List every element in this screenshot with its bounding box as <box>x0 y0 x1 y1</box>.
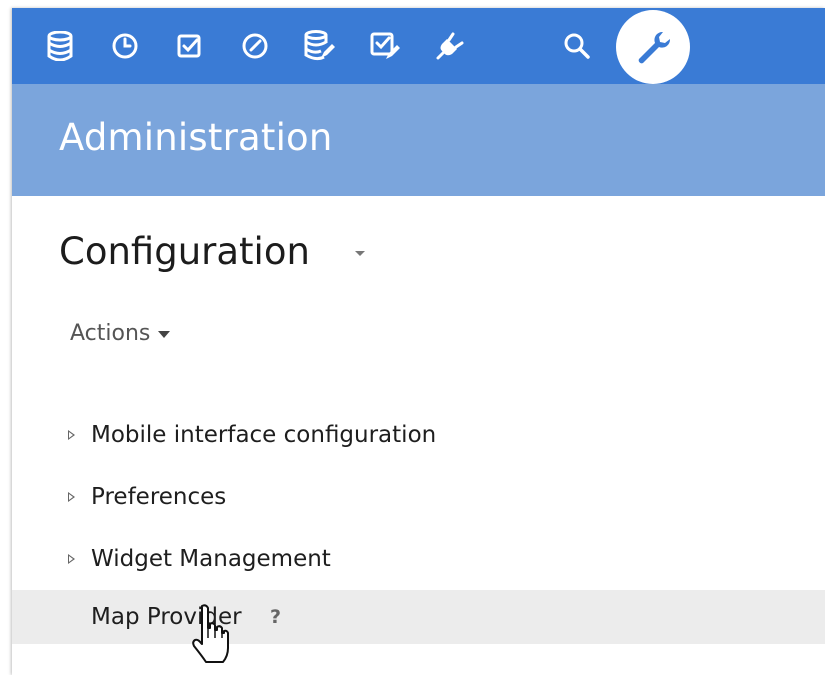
expand-arrow-icon[interactable] <box>68 492 75 502</box>
wrench-icon[interactable] <box>616 10 690 84</box>
actions-menu-button[interactable]: Actions <box>70 321 171 346</box>
database-edit-icon[interactable] <box>300 26 340 66</box>
tree-item-map-provider[interactable]: Map Provider ? <box>12 590 825 644</box>
caret-down-icon <box>158 331 171 338</box>
expand-arrow-icon[interactable] <box>68 430 75 440</box>
tree-item-label: Preferences <box>91 484 227 510</box>
database-icon[interactable] <box>40 26 80 66</box>
section-title: Administration <box>59 116 333 159</box>
top-nav-bar <box>12 8 825 84</box>
title-dropdown-caret-icon[interactable] <box>355 251 365 256</box>
plug-icon[interactable] <box>430 26 470 66</box>
clock-icon[interactable] <box>105 26 145 66</box>
page-title: Configuration <box>59 230 310 273</box>
expand-arrow-icon[interactable] <box>68 554 75 564</box>
gauge-icon[interactable] <box>235 26 275 66</box>
tree-item-widget-management[interactable]: Widget Management <box>12 528 825 590</box>
tree-item-mobile-interface[interactable]: Mobile interface configuration <box>12 404 825 466</box>
checkbox-icon[interactable] <box>170 26 210 66</box>
tree-item-label: Map Provider <box>91 604 242 630</box>
tree-item-preferences[interactable]: Preferences <box>12 466 825 528</box>
checklist-edit-icon[interactable] <box>365 26 405 66</box>
tree-item-label: Widget Management <box>91 546 331 572</box>
app-window: Administration Configuration Actions Mob… <box>12 8 825 675</box>
configuration-tree: Mobile interface configuration Preferenc… <box>12 404 825 644</box>
help-icon[interactable]: ? <box>270 606 281 628</box>
section-header: Administration <box>12 84 825 196</box>
search-icon[interactable] <box>557 26 597 66</box>
actions-label: Actions <box>70 321 151 346</box>
tree-item-label: Mobile interface configuration <box>91 422 437 448</box>
